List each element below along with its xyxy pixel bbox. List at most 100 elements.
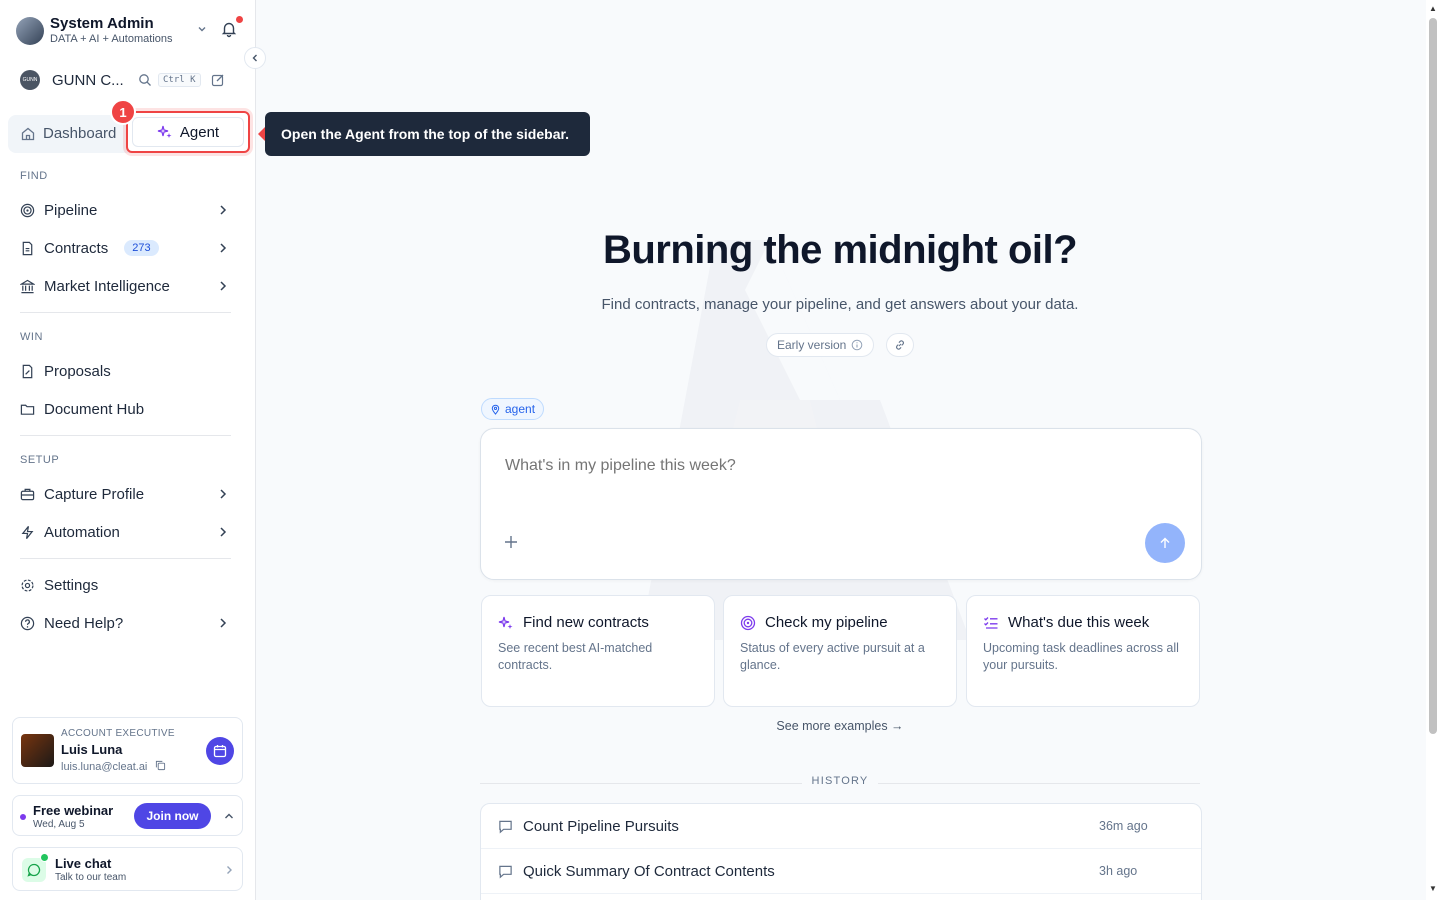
- sidebar-item-label: Need Help?: [44, 614, 124, 632]
- scrollbar-thumb[interactable]: [1429, 18, 1437, 734]
- sidebar-item-label: Capture Profile: [44, 485, 145, 503]
- chevron-right-icon: [220, 618, 227, 628]
- history-time: 36m ago: [1099, 819, 1148, 833]
- card-description: See recent best AI-matched contracts.: [498, 641, 653, 672]
- onboarding-tooltip: Open the Agent from the top of the sideb…: [258, 112, 590, 156]
- step-badge: 1: [110, 99, 136, 125]
- join-webinar-button[interactable]: Join now: [134, 803, 211, 829]
- agent-tab[interactable]: Agent: [132, 117, 244, 147]
- sidebar-item-need-help[interactable]: Need Help?: [20, 609, 234, 637]
- early-version-badge[interactable]: Early version: [766, 333, 875, 357]
- chevron-left-icon: [252, 54, 257, 62]
- sidebar-item-document-hub[interactable]: Document Hub: [20, 395, 234, 423]
- live-chat-title: Live chat: [55, 856, 112, 871]
- sidebar-item-market-intelligence[interactable]: Market Intelligence: [20, 272, 234, 300]
- suggestion-card-find-contracts[interactable]: Find new contracts See recent best AI-ma…: [481, 595, 715, 707]
- document-icon: [22, 241, 33, 255]
- webinar-date: Wed, Aug 5: [33, 819, 85, 830]
- notification-dot: [234, 14, 245, 25]
- page-headline: Burning the midnight oil?: [602, 228, 1078, 272]
- edit-icon[interactable]: [211, 73, 225, 87]
- copy-icon[interactable]: [155, 760, 166, 771]
- chevron-right-icon: [220, 489, 227, 499]
- suggestion-card-due-this-week[interactable]: What's due this week Upcoming task deadl…: [966, 595, 1200, 707]
- history-divider: HISTORY: [480, 775, 1200, 789]
- dashboard-tab[interactable]: Dashboard: [20, 125, 116, 142]
- card-title-text: What's due this week: [1008, 614, 1150, 631]
- chat-composer: [480, 428, 1202, 580]
- history-title: Quick Summary Of Contract Contents: [523, 862, 775, 880]
- add-attachment-button[interactable]: [503, 533, 519, 553]
- account-executive-name: Luis Luna: [61, 742, 123, 757]
- folder-icon: [20, 404, 35, 415]
- history-title: Count Pipeline Pursuits: [523, 817, 679, 835]
- scroll-down-arrow[interactable]: ▼: [1429, 884, 1437, 893]
- lightning-icon: [21, 525, 34, 539]
- sidebar-item-contracts[interactable]: Contracts 273: [20, 234, 234, 262]
- send-button[interactable]: [1145, 523, 1185, 563]
- history-item[interactable]: [481, 894, 1201, 900]
- account-executive-role: ACCOUNT EXECUTIVE: [61, 728, 175, 739]
- message-icon: [499, 865, 512, 878]
- context-chip[interactable]: agent: [481, 398, 545, 420]
- sidebar-item-automation[interactable]: Automation: [20, 518, 234, 546]
- sidebar: System Admin DATA + AI + Automations GUN…: [0, 0, 256, 900]
- status-dot: [20, 814, 26, 820]
- search-shortcut: Ctrl K: [158, 73, 201, 87]
- sidebar-item-proposals[interactable]: Proposals: [20, 357, 234, 385]
- landmark-icon: [20, 279, 35, 293]
- user-subtitle: DATA + AI + Automations: [50, 33, 173, 45]
- app: System Admin DATA + AI + Automations GUN…: [0, 0, 1440, 900]
- user-menu[interactable]: System Admin DATA + AI + Automations: [16, 14, 246, 48]
- sparkles-icon: [157, 125, 172, 138]
- sidebar-item-label: Market Intelligence: [44, 277, 170, 295]
- home-icon: [21, 127, 35, 140]
- see-more-examples-link[interactable]: See more examples →: [480, 719, 1200, 733]
- webinar-title: Free webinar: [33, 803, 114, 818]
- webinar-card: Free webinar Wed, Aug 5 Join now: [12, 795, 243, 836]
- share-link-button[interactable]: [886, 333, 914, 357]
- message-icon: [499, 820, 512, 833]
- file-pen-icon: [22, 364, 33, 378]
- link-icon: [896, 340, 904, 350]
- section-setup: SETUP: [20, 454, 60, 466]
- sidebar-item-settings[interactable]: Settings: [20, 571, 234, 599]
- account-executive-card: ACCOUNT EXECUTIVE Luis Luna luis.luna@cl…: [12, 717, 243, 784]
- sidebar-item-label: Contracts: [44, 239, 109, 257]
- search-icon[interactable]: [138, 73, 152, 87]
- prompt-input[interactable]: [505, 457, 1125, 475]
- history-item[interactable]: Quick Summary Of Contract Contents 3h ag…: [481, 849, 1201, 894]
- agent-label: Agent: [179, 123, 220, 141]
- chevron-right-icon: [220, 281, 227, 291]
- history-item[interactable]: Count Pipeline Pursuits 36m ago: [481, 804, 1201, 849]
- chevron-down-icon[interactable]: [196, 23, 208, 35]
- account-executive-avatar: [21, 734, 54, 767]
- divider: [20, 312, 231, 313]
- arrow-up-icon: [1160, 537, 1170, 548]
- chevron-up-icon[interactable]: [223, 810, 235, 822]
- live-chat-card[interactable]: Live chat Talk to our team: [12, 847, 243, 891]
- scroll-up-arrow[interactable]: ▲: [1429, 4, 1437, 13]
- chevron-right-icon: [220, 527, 227, 537]
- org-name: GUNN C...: [52, 71, 124, 89]
- divider: [20, 558, 231, 559]
- sidebar-item-capture-profile[interactable]: Capture Profile: [20, 480, 234, 508]
- target-icon: [20, 203, 35, 217]
- map-pin-icon: [491, 404, 500, 415]
- help-circle-icon: [20, 616, 35, 630]
- scrollbar[interactable]: ▲ ▼: [1426, 0, 1440, 900]
- schedule-meeting-button[interactable]: [206, 737, 234, 765]
- card-title: What's due this week: [983, 614, 1149, 631]
- suggestion-card-check-pipeline[interactable]: Check my pipeline Status of every active…: [723, 595, 957, 707]
- history-time: 3h ago: [1099, 864, 1138, 878]
- dashboard-label: Dashboard: [43, 125, 117, 142]
- email-text: luis.luna@cleat.ai: [61, 761, 148, 773]
- section-find: FIND: [20, 170, 48, 182]
- org-switcher[interactable]: GUNN GUNN C... Ctrl K: [20, 68, 240, 92]
- collapse-sidebar-button[interactable]: [244, 47, 266, 69]
- sidebar-item-pipeline[interactable]: Pipeline: [20, 196, 234, 224]
- chevron-right-icon: [220, 205, 227, 215]
- user-avatar: [16, 17, 44, 45]
- card-title-text: Check my pipeline: [765, 614, 888, 631]
- early-version-label: Early version: [777, 338, 847, 352]
